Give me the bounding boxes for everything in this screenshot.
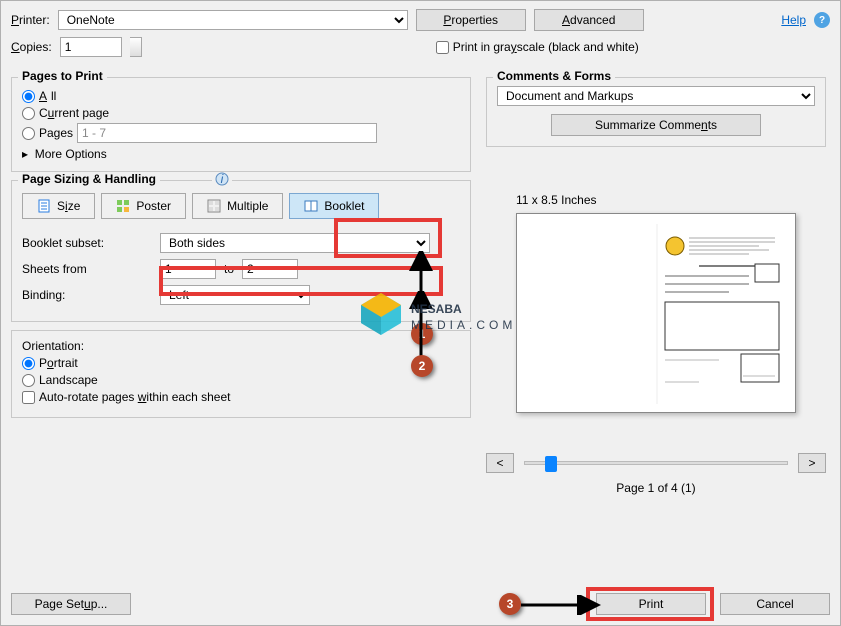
preview-pane <box>516 213 796 413</box>
autorotate-check[interactable]: Auto-rotate pages within each sheet <box>22 390 460 404</box>
comments-select[interactable]: Document and Markups <box>497 86 815 106</box>
copies-spinner[interactable] <box>130 37 142 57</box>
printer-label: Printer: <box>11 13 50 27</box>
poster-button[interactable]: Poster <box>101 193 186 219</box>
comments-group: Comments & Forms Document and Markups Su… <box>486 77 826 147</box>
cancel-button[interactable]: Cancel <box>720 593 830 615</box>
orientation-title: Orientation: <box>22 339 84 353</box>
subset-select[interactable]: Both sides <box>160 233 430 253</box>
properties-button[interactable]: Properties <box>416 9 526 31</box>
help-link[interactable]: Help <box>781 13 806 27</box>
sheets-from-label: Sheets from <box>22 262 152 276</box>
sizing-group: Page Sizing & Handling i Size Poster Mul… <box>11 180 471 322</box>
printer-select[interactable]: OneNote <box>58 10 408 30</box>
more-options-expander[interactable]: ▸ More Options <box>22 147 460 161</box>
radio-landscape[interactable]: Landscape <box>22 373 460 387</box>
sheets-from-input[interactable] <box>160 259 216 279</box>
booklet-icon <box>304 199 318 213</box>
poster-icon <box>116 199 130 213</box>
radio-all[interactable]: All <box>22 89 460 103</box>
subset-label: Booklet subset: <box>22 236 152 250</box>
pages-to-print-group: Pages to Print All Current page Pages ▸ … <box>11 77 471 172</box>
info-icon[interactable]: i <box>212 172 232 189</box>
radio-current[interactable]: Current page <box>22 106 460 120</box>
preview-dimensions: 11 x 8.5 Inches <box>516 193 826 207</box>
preview-page-status: Page 1 of 4 (1) <box>486 481 826 495</box>
booklet-button[interactable]: Booklet <box>289 193 379 219</box>
svg-text:i: i <box>221 172 224 186</box>
multiple-icon <box>207 199 221 213</box>
pages-to-print-title: Pages to Print <box>18 69 107 83</box>
help-icon[interactable]: ? <box>814 12 830 28</box>
binding-label: Binding: <box>22 288 152 302</box>
multiple-button[interactable]: Multiple <box>192 193 283 219</box>
copies-input[interactable] <box>60 37 122 57</box>
print-button[interactable]: Print <box>596 593 706 615</box>
grayscale-check[interactable]: Print in grayscale (black and white) <box>436 40 639 54</box>
pages-range-input[interactable] <box>77 123 377 143</box>
sheets-to-label: to <box>224 262 234 276</box>
slider-thumb[interactable] <box>545 456 557 472</box>
preview-zoom-slider[interactable] <box>524 461 788 465</box>
radio-pages[interactable]: Pages <box>22 126 73 140</box>
summarize-button[interactable]: Summarize Comments <box>551 114 761 136</box>
radio-portrait[interactable]: Portrait <box>22 356 460 370</box>
orientation-group: Orientation: Portrait Landscape Auto-rot… <box>11 330 471 418</box>
binding-select[interactable]: Left <box>160 285 310 305</box>
print-dialog: Printer: OneNote Properties Advanced Hel… <box>0 0 841 626</box>
sheets-to-input[interactable] <box>242 259 298 279</box>
page-setup-button[interactable]: Page Setup... <box>11 593 131 615</box>
size-button[interactable]: Size <box>22 193 95 219</box>
sizing-title: Page Sizing & Handling <box>18 172 160 186</box>
preview-prev-button[interactable]: < <box>486 453 514 473</box>
comments-title: Comments & Forms <box>493 69 615 83</box>
copies-label: Copies: <box>11 40 52 54</box>
size-icon <box>37 199 51 213</box>
advanced-button[interactable]: Advanced <box>534 9 644 31</box>
preview-next-button[interactable]: > <box>798 453 826 473</box>
